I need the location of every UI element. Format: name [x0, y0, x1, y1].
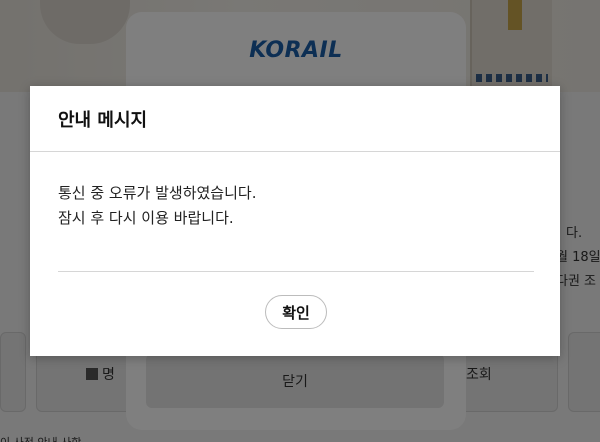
- dialog-message: 통신 중 오류가 발생하였습니다. 잠시 후 다시 이용 바랍니다.: [58, 181, 256, 231]
- message-line: 통신 중 오류가 발생하였습니다.: [58, 184, 257, 202]
- message-line: 잠시 후 다시 이용 바랍니다.: [58, 209, 234, 227]
- divider: [58, 271, 534, 272]
- confirm-button[interactable]: 확인: [265, 295, 327, 329]
- divider: [30, 151, 560, 152]
- app-viewport: 다. 월 18일 다권 조 명 조회 이 사전 안내 사항 KORAIL 닫기 …: [0, 0, 600, 442]
- alert-dialog: 안내 메시지 통신 중 오류가 발생하였습니다. 잠시 후 다시 이용 바랍니다…: [30, 86, 560, 356]
- dialog-title: 안내 메시지: [58, 110, 148, 131]
